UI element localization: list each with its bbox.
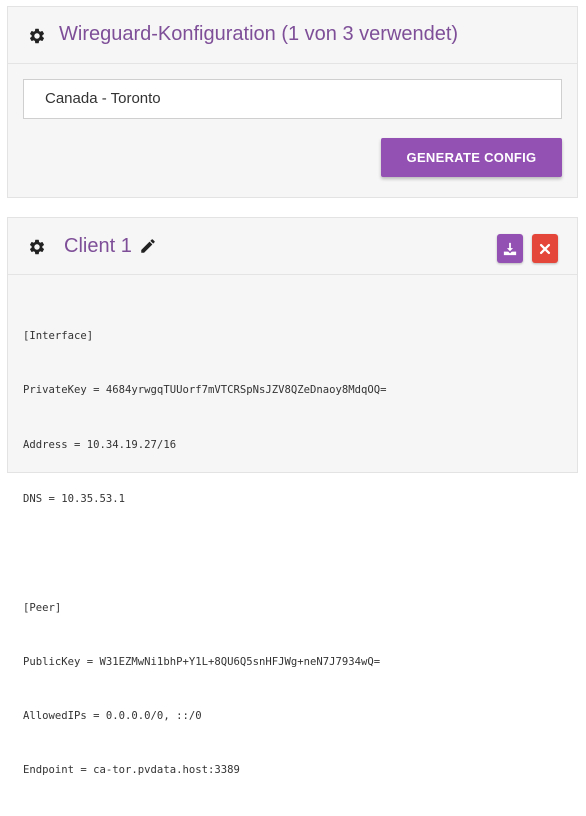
gear-icon[interactable] — [28, 238, 46, 256]
config-line — [23, 544, 568, 562]
config-line: PrivateKey = 4684yrwgqTUUorf7mVTCRSpNsJZ… — [23, 384, 387, 397]
server-select-field[interactable]: Canada - Toronto — [23, 79, 562, 119]
config-line: DNS = 10.35.53.1 — [23, 493, 126, 506]
config-line: Address = 10.34.19.27/16 — [23, 438, 177, 451]
config-line: [Interface] — [23, 330, 94, 343]
pencil-icon[interactable] — [139, 237, 157, 255]
config-line: PublicKey = W31EZMwNi1bhP+Y1L+8QU6Q5snHF… — [23, 655, 381, 668]
gear-icon — [29, 28, 45, 44]
client-name: Client 1 — [64, 235, 132, 257]
panel-header: Wireguard-Konfiguration (1 von 3 verwend… — [8, 7, 577, 64]
delete-button[interactable] — [532, 234, 558, 263]
client-panel-header: Client 1 — [8, 218, 577, 275]
page-title: Wireguard-Konfiguration (1 von 3 verwend… — [59, 23, 459, 45]
download-icon — [503, 242, 517, 255]
download-button[interactable] — [497, 234, 523, 263]
client-config-text: [Interface] PrivateKey = 4684yrwgqTUUorf… — [23, 291, 568, 816]
close-icon — [539, 243, 551, 254]
generate-config-button[interactable]: GENERATE CONFIG — [381, 138, 562, 177]
wireguard-config-panel: Wireguard-Konfiguration (1 von 3 verwend… — [7, 6, 578, 198]
config-line: [Peer] — [23, 601, 62, 614]
config-line: Endpoint = ca-tor.pvdata.host:3389 — [23, 764, 240, 777]
config-line: AllowedIPs = 0.0.0.0/0, ::/0 — [23, 710, 202, 723]
client-panel: Client 1 [Interface] PrivateKey = 4684yr… — [7, 217, 578, 776]
